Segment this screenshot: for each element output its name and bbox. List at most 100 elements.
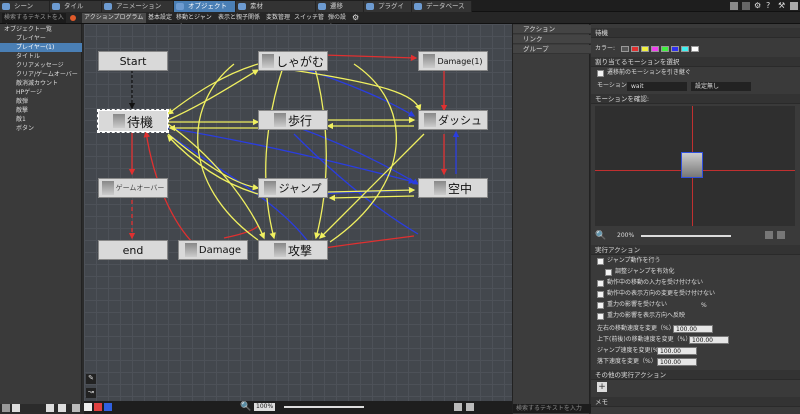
node-gameover[interactable]: ゲームオーバー bbox=[98, 178, 168, 198]
object-search-input[interactable]: 検索するテキストを入力 bbox=[2, 13, 66, 31]
settings-gear-icon[interactable]: ⚙ bbox=[352, 13, 359, 23]
tree-item-enemy-bullet[interactable]: 敵弾 bbox=[0, 97, 82, 106]
fit-view-icon[interactable] bbox=[454, 403, 462, 411]
tab-switches[interactable]: スイッチ管理 bbox=[292, 13, 326, 31]
jump-label: ジャンプ動作を行う bbox=[607, 257, 661, 264]
color-swatch-white[interactable] bbox=[691, 46, 699, 52]
bookmark-icon[interactable] bbox=[104, 403, 112, 411]
jump-checkbox[interactable] bbox=[597, 258, 604, 265]
tree-item-player1[interactable]: プレイヤー(1) bbox=[0, 43, 82, 52]
tab-move-jump[interactable]: 移動とジャンプ bbox=[174, 13, 216, 31]
tree-item-clear-gameover[interactable]: クリア/ゲームオーバー bbox=[0, 70, 82, 79]
node-kogeki[interactable]: 攻撃 bbox=[258, 240, 328, 260]
gravity-direction-checkbox[interactable] bbox=[597, 313, 604, 320]
preview-zoom-slider[interactable] bbox=[641, 235, 731, 237]
link-search-input[interactable]: 検索するテキストを入力 bbox=[513, 404, 591, 413]
section-exec-action[interactable]: 実行アクション bbox=[591, 245, 800, 255]
action-program-canvas[interactable]: Start 待機 しゃがむ Damage(1) 歩行 ダッシュ ゲームオーバー … bbox=[84, 24, 512, 404]
color-swatch-yellow[interactable] bbox=[641, 46, 649, 52]
play-icon[interactable] bbox=[730, 2, 738, 10]
stop-icon[interactable] bbox=[742, 2, 750, 10]
ignore-gravity-checkbox[interactable] bbox=[597, 302, 604, 309]
tree-item-button[interactable]: ボタン bbox=[0, 124, 82, 133]
help-icon[interactable]: ? bbox=[766, 1, 775, 10]
tree-item-enemy-attack[interactable]: 敵撃 bbox=[0, 106, 82, 115]
tab-plugin[interactable]: プラグイン bbox=[364, 1, 412, 21]
copy-icon[interactable] bbox=[58, 404, 66, 412]
tree-item-title[interactable]: タイトル bbox=[0, 52, 82, 61]
preview-zoom-value[interactable]: 200% bbox=[617, 232, 634, 240]
color-swatch-red[interactable] bbox=[631, 46, 639, 52]
adjust-jump-checkbox[interactable] bbox=[605, 269, 612, 276]
tab-bullet[interactable]: 弾の設定 bbox=[326, 13, 350, 31]
link-tool-icon[interactable]: ↝ bbox=[86, 388, 96, 398]
step-icon[interactable] bbox=[777, 231, 785, 239]
window-icon[interactable] bbox=[790, 2, 798, 10]
node-kuchu[interactable]: 空中 bbox=[418, 178, 488, 198]
play-icon[interactable] bbox=[765, 231, 773, 239]
section-other-action[interactable]: その他の実行アクション bbox=[591, 370, 800, 380]
tree-item-clear-message[interactable]: クリアメッセージ bbox=[0, 61, 82, 70]
vertical-speed-input[interactable]: 100.00 bbox=[689, 336, 729, 344]
color-swatch-magenta[interactable] bbox=[651, 46, 659, 52]
node-hokou[interactable]: 歩行 bbox=[258, 110, 328, 130]
jump-speed-input[interactable]: 100.00 bbox=[657, 347, 697, 355]
tab-scene[interactable]: シーン bbox=[0, 1, 50, 12]
tree-item-enemy-count[interactable]: 敵消滅カウント bbox=[0, 79, 82, 88]
tools-icon[interactable]: ⚒ bbox=[778, 1, 787, 10]
add-object-icon[interactable] bbox=[46, 404, 54, 412]
section-preview[interactable]: モーションを確認: bbox=[591, 94, 800, 104]
color-swatch-blue[interactable] bbox=[671, 46, 679, 52]
ignore-direction-checkbox[interactable] bbox=[597, 291, 604, 298]
tree-item-hp-gauge[interactable]: HPゲージ bbox=[0, 88, 82, 97]
fall-speed-input[interactable]: 100.00 bbox=[657, 358, 697, 366]
tab-basic-settings[interactable]: 基本設定 bbox=[146, 13, 174, 23]
canvas-zoom-slider[interactable] bbox=[284, 406, 364, 408]
node-end[interactable]: end bbox=[98, 240, 168, 260]
node-start[interactable]: Start bbox=[98, 51, 168, 71]
tab-object[interactable]: オブジェクト bbox=[174, 1, 236, 12]
tab-material[interactable]: 素材 bbox=[236, 1, 316, 12]
motion-setting-select[interactable]: 設定無し bbox=[691, 82, 751, 91]
node-shagamu[interactable]: しゃがむ bbox=[258, 51, 328, 71]
color-swatch-cyan[interactable] bbox=[681, 46, 689, 52]
tab-database[interactable]: データベース bbox=[412, 1, 472, 12]
fullscreen-icon[interactable] bbox=[466, 403, 474, 411]
folder-icon[interactable] bbox=[12, 404, 20, 412]
search-clear-icon[interactable] bbox=[70, 15, 76, 21]
link-panel-item-action[interactable]: アクション bbox=[513, 25, 591, 34]
canvas-zoom-value[interactable]: 100% bbox=[254, 403, 276, 411]
tree-item-root[interactable]: オブジェクト一覧 bbox=[0, 25, 82, 34]
tab-variables[interactable]: 変数管理 bbox=[264, 13, 292, 23]
add-action-icon[interactable] bbox=[84, 403, 92, 411]
tab-transition[interactable]: 遷移 bbox=[316, 1, 364, 12]
add-other-action-button[interactable]: + bbox=[597, 382, 607, 392]
link-panel-item-group[interactable]: グループ bbox=[513, 45, 591, 54]
tab-tile[interactable]: タイル bbox=[50, 1, 102, 12]
tab-display-parent[interactable]: 表示と親子関係 bbox=[216, 13, 264, 23]
horizontal-speed-input[interactable]: 100.00 bbox=[673, 325, 713, 333]
section-motion[interactable]: 割り当てるモーションを選択 bbox=[591, 57, 800, 67]
link-panel-item-link[interactable]: リンク bbox=[513, 35, 591, 44]
tree-item-enemy1[interactable]: 敵1 bbox=[0, 115, 82, 124]
color-swatch-gray[interactable] bbox=[621, 46, 629, 52]
node-taiki[interactable]: 待機 bbox=[97, 109, 169, 133]
color-swatch-green[interactable] bbox=[661, 46, 669, 52]
section-memo[interactable]: メモ bbox=[591, 397, 800, 407]
trash-icon[interactable] bbox=[72, 404, 80, 412]
ignore-move-input-checkbox[interactable] bbox=[597, 280, 604, 287]
motion-select[interactable]: wait bbox=[627, 82, 687, 91]
magnet-icon[interactable] bbox=[94, 403, 102, 411]
node-jump[interactable]: ジャンプ bbox=[258, 178, 328, 198]
tab-animation[interactable]: アニメーション bbox=[102, 1, 174, 12]
node-dash[interactable]: ダッシュ bbox=[418, 110, 488, 130]
pen-tool-icon[interactable]: ✎ bbox=[86, 374, 96, 384]
node-damage1[interactable]: Damage(1) bbox=[418, 51, 488, 71]
node-damage[interactable]: Damage bbox=[178, 240, 248, 260]
scene-icon bbox=[2, 3, 10, 10]
tree-item-player[interactable]: プレイヤー bbox=[0, 34, 82, 43]
inherit-motion-checkbox[interactable] bbox=[597, 70, 604, 77]
gear-icon[interactable]: ⚙ bbox=[754, 1, 763, 10]
gear-icon[interactable] bbox=[2, 404, 10, 412]
tab-action-program[interactable]: アクションプログラム bbox=[82, 13, 146, 23]
